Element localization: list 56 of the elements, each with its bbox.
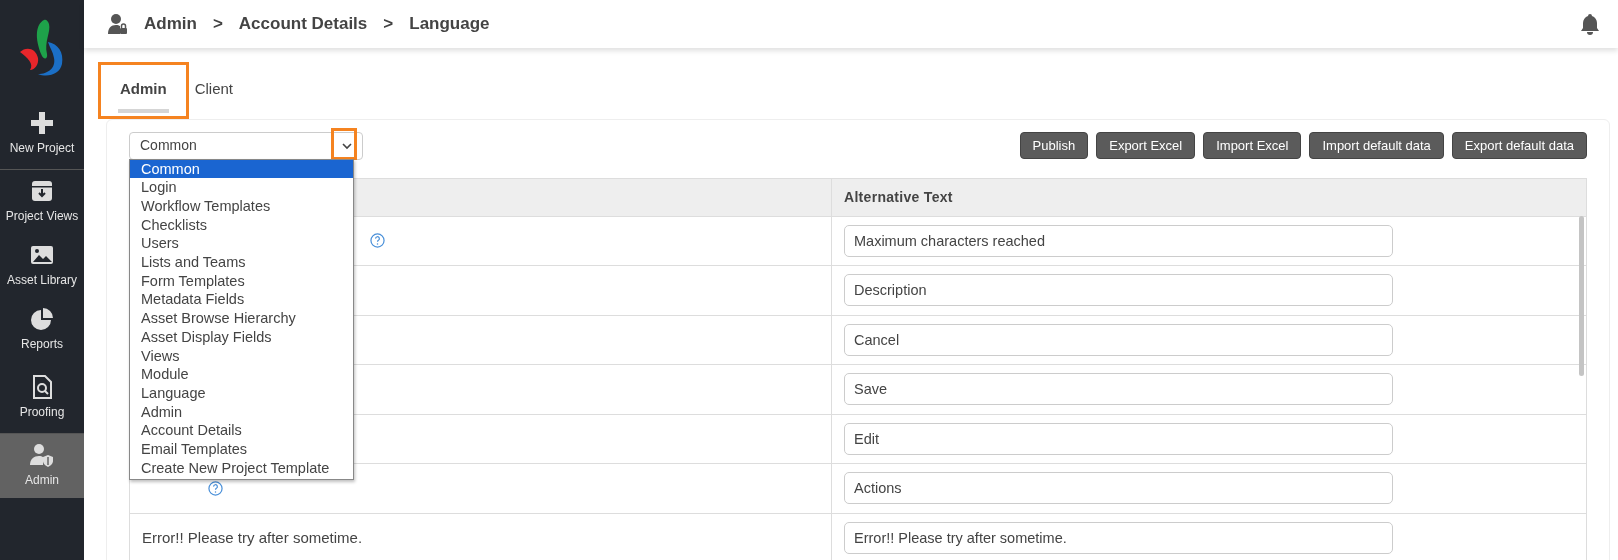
sidebar-item[interactable]: Admin (0, 434, 84, 498)
dropdown-option[interactable]: Common (130, 159, 353, 179)
action-button[interactable]: Export Excel (1096, 131, 1196, 159)
tab[interactable]: Admin (106, 70, 181, 113)
dropdown-option[interactable]: Asset Display Fields (130, 327, 353, 347)
table-cell-text: Error!! Please try after sometime. (142, 527, 363, 548)
image-icon (30, 243, 54, 267)
dropdown-option[interactable]: Account Details (130, 421, 353, 441)
archive-box-icon (30, 179, 54, 203)
dropdown-option[interactable]: Form Templates (130, 271, 353, 291)
breadcrumb-separator: > (383, 13, 394, 36)
input-field[interactable]: Save (844, 373, 1393, 406)
caret-icon (342, 141, 352, 150)
dropdown-option[interactable]: Admin (130, 402, 353, 422)
dropdown-option[interactable]: Lists and Teams (130, 253, 353, 272)
dropdown-option[interactable]: Create New Project Template (130, 458, 353, 478)
scrollbar-thumb[interactable] (1579, 215, 1584, 376)
dropdown-option[interactable]: Language (130, 383, 353, 403)
tab[interactable]: Client (180, 70, 248, 113)
action-button[interactable]: Export default data (1451, 131, 1587, 159)
input-field[interactable]: Description (844, 274, 1393, 307)
dropdown-option[interactable]: Module (130, 365, 353, 384)
plus-icon (30, 110, 54, 135)
sidebar-item[interactable]: New Project (0, 98, 84, 170)
user-shield-icon (30, 443, 54, 467)
sidebar-item[interactable]: Project Views (0, 170, 84, 234)
action-button[interactable]: Publish (1019, 131, 1089, 159)
breadcrumb-item[interactable]: Account Details (238, 11, 368, 37)
user-lock-icon (108, 13, 128, 35)
breadcrumb-separator: > (212, 13, 223, 36)
dropdown-option[interactable]: Checklists (130, 215, 353, 235)
dropdown-option[interactable]: Asset Browse Hierarchy (130, 309, 353, 328)
action-button[interactable]: Import Excel (1203, 131, 1302, 159)
help-icon[interactable] (208, 480, 223, 496)
action-button[interactable]: Import default data (1309, 131, 1444, 159)
dropdown-option[interactable]: Email Templates (130, 440, 353, 459)
dropdown-option[interactable]: Login (130, 178, 353, 197)
help-icon[interactable] (370, 233, 385, 249)
sidebar-item[interactable]: Asset Library (0, 234, 84, 298)
dropdown-option[interactable]: Metadata Fields (130, 290, 353, 310)
document-search-icon (30, 374, 54, 399)
input-field[interactable]: Edit (844, 422, 1393, 455)
input-field[interactable]: Maximum characters reached (844, 224, 1393, 257)
breadcrumb-item: Language (409, 13, 490, 36)
sidebar-item[interactable]: Reports (0, 298, 84, 362)
dropdown-option[interactable]: Views (130, 346, 353, 366)
dropdown-option[interactable]: Users (130, 234, 353, 253)
input-field[interactable]: Cancel (844, 323, 1393, 356)
module-select[interactable]: Common (129, 131, 363, 160)
dropdown-option[interactable]: Workflow Templates (130, 196, 353, 216)
input-field[interactable]: Actions (844, 472, 1393, 505)
input-field[interactable]: Error!! Please try after sometime. (844, 521, 1393, 554)
column-header: Alternative Text (843, 187, 954, 207)
breadcrumb-item[interactable]: Admin (144, 11, 197, 37)
pie-chart-icon (30, 307, 54, 331)
notification-bell-icon[interactable] (1580, 13, 1600, 35)
